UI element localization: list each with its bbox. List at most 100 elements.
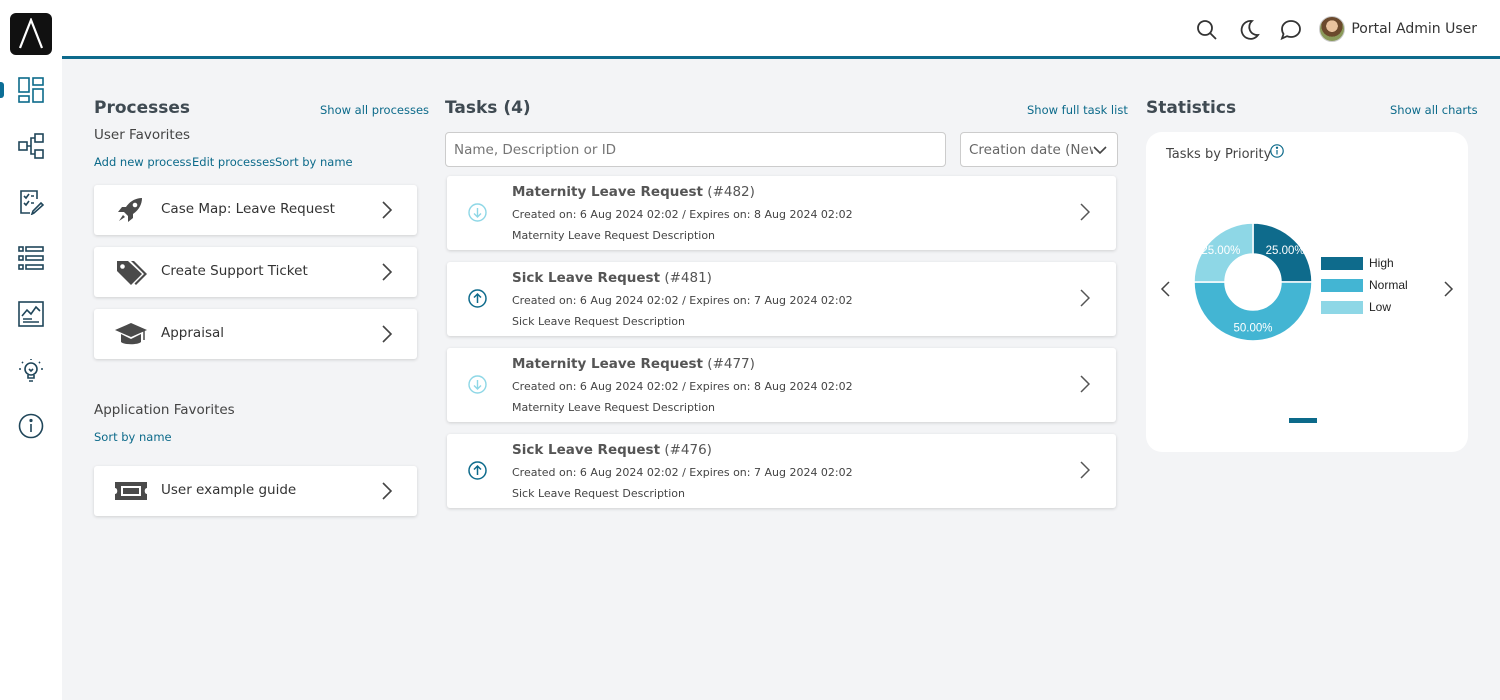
task-name: Sick Leave Request — [512, 442, 661, 458]
chevron-right-icon — [382, 482, 393, 500]
carousel-indicator[interactable] — [1289, 418, 1317, 423]
show-full-task-list-link[interactable]: Show full task list — [1027, 103, 1128, 117]
chevron-right-icon — [1080, 203, 1090, 221]
legend-swatch — [1321, 278, 1363, 292]
chevron-right-icon — [1080, 461, 1090, 479]
tasks-title: Tasks (4) — [445, 98, 531, 118]
chevron-right-icon — [382, 201, 393, 219]
edit-processes-link[interactable]: Edit processes — [192, 155, 275, 169]
chat-icon[interactable] — [1280, 19, 1302, 41]
app-item-user-example-guide[interactable]: User example guide — [94, 466, 417, 516]
task-id: (#476) — [664, 442, 712, 458]
sidebar-item-processes[interactable] — [0, 126, 62, 166]
task-meta: Created on: 6 Aug 2024 02:02 / Expires o… — [512, 380, 853, 393]
task-title: Sick Leave Request (#476) — [512, 442, 712, 458]
avatar — [1319, 16, 1346, 42]
graduation-cap-icon — [115, 323, 147, 345]
task-row[interactable]: Sick Leave Request (#476) Created on: 6 … — [447, 434, 1116, 508]
task-meta: Created on: 6 Aug 2024 02:02 / Expires o… — [512, 294, 853, 307]
task-row[interactable]: Maternity Leave Request (#477) Created o… — [447, 348, 1116, 422]
legend-item-high[interactable]: High — [1321, 252, 1408, 274]
application-favorites-title: Application Favorites — [94, 402, 235, 418]
task-meta: Created on: 6 Aug 2024 02:02 / Expires o… — [512, 208, 853, 221]
sidebar — [0, 0, 62, 700]
chevron-right-icon — [1080, 375, 1090, 393]
user-menu[interactable]: Portal Admin User — [1319, 16, 1477, 42]
task-name: Sick Leave Request — [512, 270, 661, 286]
add-new-process-link[interactable]: Add new process — [94, 155, 192, 169]
task-name: Maternity Leave Request — [512, 184, 703, 200]
user-favorites-title: User Favorites — [94, 127, 191, 143]
process-item-case-map[interactable]: Case Map: Leave Request — [94, 185, 417, 235]
pie-data-label: 50.00% — [1233, 323, 1272, 335]
task-description: Maternity Leave Request Description — [512, 401, 716, 414]
legend-label: Normal — [1369, 278, 1408, 292]
task-row[interactable]: Maternity Leave Request (#482) Created o… — [447, 176, 1116, 250]
sidebar-item-ideas[interactable] — [0, 350, 62, 390]
task-title: Sick Leave Request (#481) — [512, 270, 712, 286]
legend-swatch — [1321, 300, 1363, 314]
dashboard-icon — [18, 77, 44, 103]
chevron-right-icon — [1080, 289, 1090, 307]
chevron-right-icon — [382, 263, 393, 281]
processes-title: Processes — [94, 98, 191, 118]
process-flow-icon — [18, 133, 44, 159]
legend-item-low[interactable]: Low — [1321, 296, 1408, 318]
task-id: (#477) — [707, 356, 755, 372]
priority-high-icon — [468, 289, 487, 308]
info-icon — [18, 413, 44, 439]
chart-card-tasks-by-priority: Tasks by Priority 25.00% 50.00% 25.00% Hig… — [1146, 132, 1468, 452]
search-icon[interactable] — [1196, 19, 1218, 41]
task-description: Maternity Leave Request Description — [512, 229, 716, 242]
logo-icon — [18, 18, 44, 49]
show-all-charts-link[interactable]: Show all charts — [1390, 103, 1478, 117]
list-icon — [18, 246, 44, 270]
task-title: Maternity Leave Request (#477) — [512, 356, 755, 372]
app-label: User example guide — [161, 482, 297, 498]
priority-high-icon — [468, 461, 487, 480]
process-item-support-ticket[interactable]: Create Support Ticket — [94, 247, 417, 297]
task-row[interactable]: Sick Leave Request (#481) Created on: 6 … — [447, 262, 1116, 336]
pie-data-label: 25.00% — [1266, 245, 1305, 257]
statistics-icon — [18, 301, 44, 327]
sidebar-item-about[interactable] — [0, 406, 62, 446]
task-sort-select[interactable]: Creation date (Newest first) — [960, 132, 1118, 167]
task-id: (#481) — [664, 270, 712, 286]
dark-mode-icon[interactable] — [1238, 19, 1260, 41]
tags-icon — [117, 261, 147, 285]
statistics-title: Statistics — [1146, 98, 1237, 118]
sort-by-name-link[interactable]: Sort by name — [275, 155, 353, 169]
chevron-right-icon — [382, 325, 393, 343]
process-label: Case Map: Leave Request — [161, 201, 335, 217]
legend-label: High — [1369, 256, 1394, 270]
pie-data-label: 25.00% — [1201, 245, 1240, 257]
legend-item-normal[interactable]: Normal — [1321, 274, 1408, 296]
rocket-icon — [118, 198, 142, 222]
ticket-icon — [115, 482, 147, 500]
priority-low-icon — [468, 203, 487, 222]
sidebar-item-statistics[interactable] — [0, 294, 62, 334]
chart-legend: High Normal Low — [1321, 252, 1408, 318]
sidebar-item-dashboard[interactable] — [0, 70, 62, 110]
process-item-appraisal[interactable]: Appraisal — [94, 309, 417, 359]
sidebar-item-tasks[interactable] — [0, 182, 62, 222]
process-label: Create Support Ticket — [161, 263, 308, 279]
task-search-input[interactable] — [445, 132, 946, 167]
show-all-processes-link[interactable]: Show all processes — [320, 103, 429, 117]
user-name: Portal Admin User — [1351, 21, 1477, 37]
pie-chart: 25.00% 50.00% 25.00% — [1193, 222, 1313, 342]
top-header: Portal Admin User — [62, 0, 1500, 59]
lightbulb-icon — [19, 359, 43, 382]
task-id: (#482) — [707, 184, 755, 200]
chevron-down-icon — [1093, 146, 1107, 155]
task-meta: Created on: 6 Aug 2024 02:02 / Expires o… — [512, 466, 853, 479]
legend-swatch — [1321, 256, 1363, 270]
logo[interactable] — [10, 13, 52, 55]
task-checklist-icon — [20, 190, 44, 215]
app-sort-by-name-link[interactable]: Sort by name — [94, 430, 172, 444]
task-name: Maternity Leave Request — [512, 356, 703, 372]
sort-select-value: Creation date (Newest first) — [969, 142, 1093, 158]
sidebar-item-cases[interactable] — [0, 238, 62, 278]
legend-label: Low — [1369, 300, 1392, 314]
task-description: Sick Leave Request Description — [512, 487, 685, 500]
